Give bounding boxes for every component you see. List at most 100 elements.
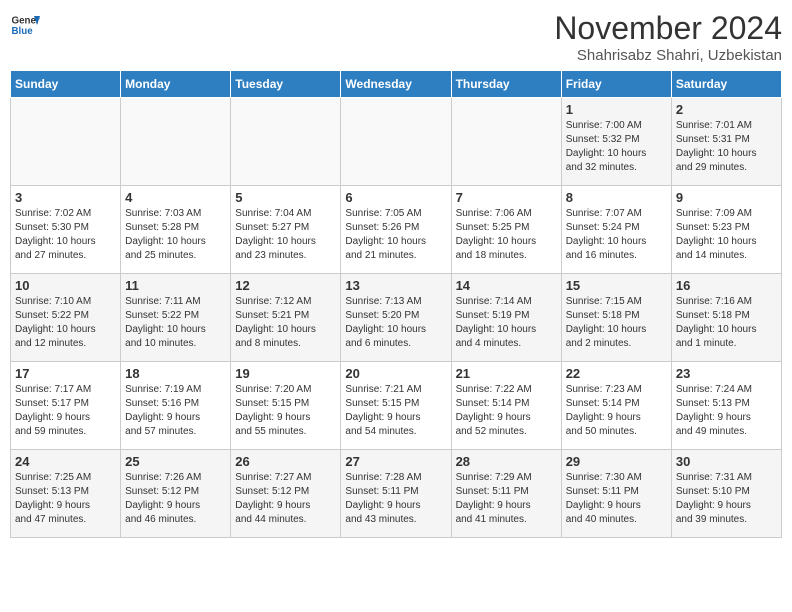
month-title: November 2024	[554, 10, 782, 47]
day-info: Sunrise: 7:25 AM Sunset: 5:13 PM Dayligh…	[15, 471, 116, 527]
calendar-cell: 18Sunrise: 7:19 AM Sunset: 5:16 PM Dayli…	[121, 362, 231, 450]
calendar-cell: 24 Sunrise: 7:25 AM Sunset: 5:13 PM Dayli…	[11, 450, 121, 538]
day-info: Sunrise: 7:06 AM Sunset: 5:25 PM Dayligh…	[456, 207, 557, 263]
day-number: 24	[15, 454, 116, 469]
logo-icon: General Blue	[10, 10, 40, 40]
day-number: 23	[676, 366, 777, 381]
calendar-cell	[451, 98, 561, 186]
day-number: 22	[566, 366, 667, 381]
calendar-cell: 27 Sunrise: 7:28 AM Sunset: 5:11 PM Dayli…	[341, 450, 451, 538]
calendar-cell: 11Sunrise: 7:11 AM Sunset: 5:22 PM Dayli…	[121, 274, 231, 362]
day-number: 12	[235, 278, 336, 293]
calendar-cell	[11, 98, 121, 186]
calendar-cell: 3Sunrise: 7:02 AM Sunset: 5:30 PM Daylig…	[11, 186, 121, 274]
day-info: Sunrise: 7:26 AM Sunset: 5:12 PM Dayligh…	[125, 471, 226, 527]
day-number: 6	[345, 190, 446, 205]
day-number: 20	[345, 366, 446, 381]
calendar-week-row: 24 Sunrise: 7:25 AM Sunset: 5:13 PM Dayli…	[11, 450, 782, 538]
day-info: Sunrise: 7:03 AM Sunset: 5:28 PM Dayligh…	[125, 207, 226, 263]
calendar-cell: 10 Sunrise: 7:10 AM Sunset: 5:22 PM Dayli…	[11, 274, 121, 362]
day-of-week-header: Sunday	[11, 71, 121, 98]
logo: General Blue	[10, 10, 40, 40]
day-info: Sunrise: 7:30 AM Sunset: 5:11 PM Dayligh…	[566, 471, 667, 527]
day-info: Sunrise: 7:13 AM Sunset: 5:20 PM Dayligh…	[345, 295, 446, 351]
calendar-cell: 17 Sunrise: 7:17 AM Sunset: 5:17 PM Dayli…	[11, 362, 121, 450]
day-info: Sunrise: 7:00 AM Sunset: 5:32 PM Dayligh…	[566, 119, 667, 175]
day-number: 25	[125, 454, 226, 469]
day-number: 21	[456, 366, 557, 381]
day-info: Sunrise: 7:09 AM Sunset: 5:23 PM Dayligh…	[676, 207, 777, 263]
day-info: Sunrise: 7:14 AM Sunset: 5:19 PM Dayligh…	[456, 295, 557, 351]
day-info: Sunrise: 7:20 AM Sunset: 5:15 PM Dayligh…	[235, 383, 336, 439]
day-info: Sunrise: 7:23 AM Sunset: 5:14 PM Dayligh…	[566, 383, 667, 439]
day-number: 18	[125, 366, 226, 381]
calendar-cell	[121, 98, 231, 186]
calendar-cell: 12Sunrise: 7:12 AM Sunset: 5:21 PM Dayli…	[231, 274, 341, 362]
day-number: 30	[676, 454, 777, 469]
calendar-cell: 28 Sunrise: 7:29 AM Sunset: 5:11 PM Dayli…	[451, 450, 561, 538]
calendar-cell: 6 Sunrise: 7:05 AM Sunset: 5:26 PM Daylig…	[341, 186, 451, 274]
calendar-week-row: 17 Sunrise: 7:17 AM Sunset: 5:17 PM Dayli…	[11, 362, 782, 450]
calendar-week-row: 1 Sunrise: 7:00 AM Sunset: 5:32 PM Daylig…	[11, 98, 782, 186]
day-number: 26	[235, 454, 336, 469]
day-info: Sunrise: 7:01 AM Sunset: 5:31 PM Dayligh…	[676, 119, 777, 175]
calendar-cell: 20 Sunrise: 7:21 AM Sunset: 5:15 PM Dayli…	[341, 362, 451, 450]
day-info: Sunrise: 7:17 AM Sunset: 5:17 PM Dayligh…	[15, 383, 116, 439]
day-info: Sunrise: 7:04 AM Sunset: 5:27 PM Dayligh…	[235, 207, 336, 263]
page-header: General Blue November 2024 Shahrisabz Sh…	[10, 10, 782, 64]
day-info: Sunrise: 7:22 AM Sunset: 5:14 PM Dayligh…	[456, 383, 557, 439]
calendar-cell	[341, 98, 451, 186]
calendar-cell: 7 Sunrise: 7:06 AM Sunset: 5:25 PM Daylig…	[451, 186, 561, 274]
calendar-cell: 13Sunrise: 7:13 AM Sunset: 5:20 PM Dayli…	[341, 274, 451, 362]
svg-text:Blue: Blue	[12, 26, 34, 37]
day-info: Sunrise: 7:27 AM Sunset: 5:12 PM Dayligh…	[235, 471, 336, 527]
calendar-cell: 8Sunrise: 7:07 AM Sunset: 5:24 PM Daylig…	[561, 186, 671, 274]
day-of-week-header: Wednesday	[341, 71, 451, 98]
day-of-week-header: Tuesday	[231, 71, 341, 98]
day-info: Sunrise: 7:24 AM Sunset: 5:13 PM Dayligh…	[676, 383, 777, 439]
day-number: 28	[456, 454, 557, 469]
calendar-cell: 30 Sunrise: 7:31 AM Sunset: 5:10 PM Dayli…	[671, 450, 781, 538]
day-number: 17	[15, 366, 116, 381]
calendar-cell: 5 Sunrise: 7:04 AM Sunset: 5:27 PM Daylig…	[231, 186, 341, 274]
header-row: SundayMondayTuesdayWednesdayThursdayFrid…	[11, 71, 782, 98]
day-info: Sunrise: 7:10 AM Sunset: 5:22 PM Dayligh…	[15, 295, 116, 351]
day-number: 5	[235, 190, 336, 205]
calendar-cell: 25 Sunrise: 7:26 AM Sunset: 5:12 PM Dayli…	[121, 450, 231, 538]
day-info: Sunrise: 7:21 AM Sunset: 5:15 PM Dayligh…	[345, 383, 446, 439]
calendar-cell: 23 Sunrise: 7:24 AM Sunset: 5:13 PM Dayli…	[671, 362, 781, 450]
calendar-cell: 2 Sunrise: 7:01 AM Sunset: 5:31 PM Daylig…	[671, 98, 781, 186]
calendar-cell: 15Sunrise: 7:15 AM Sunset: 5:18 PM Dayli…	[561, 274, 671, 362]
day-number: 2	[676, 102, 777, 117]
day-info: Sunrise: 7:11 AM Sunset: 5:22 PM Dayligh…	[125, 295, 226, 351]
day-of-week-header: Saturday	[671, 71, 781, 98]
day-number: 19	[235, 366, 336, 381]
day-number: 9	[676, 190, 777, 205]
calendar-body: 1 Sunrise: 7:00 AM Sunset: 5:32 PM Daylig…	[11, 98, 782, 538]
calendar-cell: 29 Sunrise: 7:30 AM Sunset: 5:11 PM Dayli…	[561, 450, 671, 538]
calendar-cell: 21 Sunrise: 7:22 AM Sunset: 5:14 PM Dayli…	[451, 362, 561, 450]
calendar-cell: 4Sunrise: 7:03 AM Sunset: 5:28 PM Daylig…	[121, 186, 231, 274]
calendar-table: SundayMondayTuesdayWednesdayThursdayFrid…	[10, 70, 782, 538]
calendar-cell: 1 Sunrise: 7:00 AM Sunset: 5:32 PM Daylig…	[561, 98, 671, 186]
day-info: Sunrise: 7:31 AM Sunset: 5:10 PM Dayligh…	[676, 471, 777, 527]
calendar-cell: 19 Sunrise: 7:20 AM Sunset: 5:15 PM Dayli…	[231, 362, 341, 450]
calendar-cell	[231, 98, 341, 186]
day-number: 15	[566, 278, 667, 293]
calendar-week-row: 10 Sunrise: 7:10 AM Sunset: 5:22 PM Dayli…	[11, 274, 782, 362]
day-info: Sunrise: 7:05 AM Sunset: 5:26 PM Dayligh…	[345, 207, 446, 263]
day-info: Sunrise: 7:28 AM Sunset: 5:11 PM Dayligh…	[345, 471, 446, 527]
day-number: 29	[566, 454, 667, 469]
day-number: 16	[676, 278, 777, 293]
calendar-cell: 22 Sunrise: 7:23 AM Sunset: 5:14 PM Dayli…	[561, 362, 671, 450]
day-info: Sunrise: 7:29 AM Sunset: 5:11 PM Dayligh…	[456, 471, 557, 527]
calendar-header: SundayMondayTuesdayWednesdayThursdayFrid…	[11, 71, 782, 98]
day-number: 27	[345, 454, 446, 469]
day-number: 10	[15, 278, 116, 293]
location-subtitle: Shahrisabz Shahri, Uzbekistan	[554, 47, 782, 64]
calendar-cell: 26 Sunrise: 7:27 AM Sunset: 5:12 PM Dayli…	[231, 450, 341, 538]
title-block: November 2024 Shahrisabz Shahri, Uzbekis…	[554, 10, 782, 64]
day-number: 1	[566, 102, 667, 117]
day-number: 7	[456, 190, 557, 205]
day-of-week-header: Monday	[121, 71, 231, 98]
